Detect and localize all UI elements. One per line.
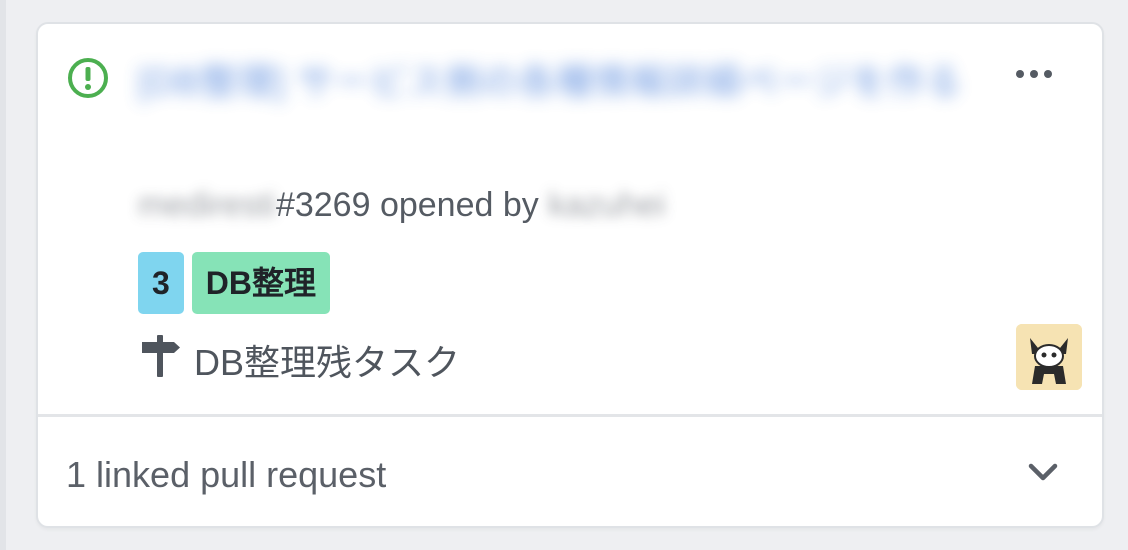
repo-name[interactable]: mediresti: [138, 180, 276, 230]
issue-card[interactable]: [DB整理] サービス側の各種情報詳細ページを作る mediresti#3269…: [36, 22, 1104, 528]
issue-title[interactable]: [DB整理] サービス側の各種情報詳細ページを作る: [138, 52, 968, 112]
user-avatar-icon[interactable]: [1016, 324, 1082, 390]
milestone-label: DB整理残タスク: [194, 342, 461, 383]
column-edge: [0, 0, 6, 550]
author-name[interactable]: kazuhei: [548, 180, 665, 230]
issue-open-icon: [66, 56, 110, 100]
label-db[interactable]: DB整理: [191, 252, 331, 314]
linked-pull-requests[interactable]: 1 linked pull request: [66, 448, 386, 502]
chevron-down-icon[interactable]: [1018, 454, 1068, 494]
card-divider: [38, 414, 1102, 417]
opened-by-text: opened by: [379, 186, 539, 224]
kebab-horizontal-icon[interactable]: [1006, 54, 1062, 94]
milestone[interactable]: DB整理残タスク: [138, 330, 460, 390]
label-estimate[interactable]: 3: [138, 252, 184, 314]
milestone-icon: [138, 333, 182, 388]
issue-number: #3269: [275, 186, 371, 224]
label-list: 3 DB整理: [138, 252, 331, 314]
issue-meta: mediresti#3269 opened by kazuhei: [138, 180, 665, 230]
